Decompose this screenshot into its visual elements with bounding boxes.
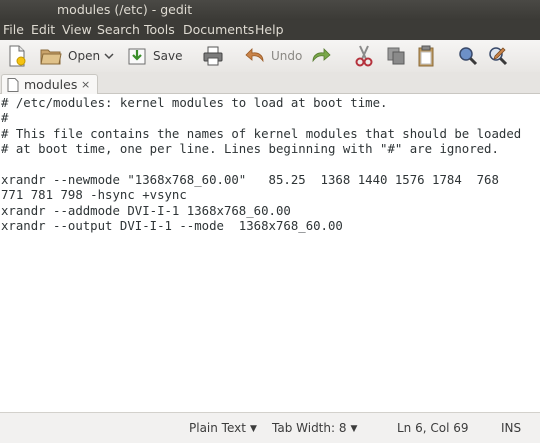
editor-line: xrandr --newmode "1368x768_60.00" 85.25 … bbox=[1, 172, 499, 187]
redo-button[interactable] bbox=[311, 44, 331, 68]
open-recent-dropdown[interactable] bbox=[104, 44, 114, 68]
editor-line: # at boot time, one per line. Lines begi… bbox=[1, 142, 499, 157]
text-editor[interactable]: # /etc/modules: kernel modules to load a… bbox=[0, 94, 540, 412]
new-document-icon bbox=[9, 45, 26, 67]
editor-content[interactable]: # /etc/modules: kernel modules to load a… bbox=[0, 94, 540, 235]
undo-label: Undo bbox=[271, 49, 303, 63]
toolbar: Open Save Undo bbox=[0, 40, 540, 73]
window-title: modules (/etc) - gedit bbox=[57, 2, 193, 17]
open-label: Open bbox=[68, 49, 101, 63]
save-icon bbox=[128, 48, 146, 65]
editor-line: # This file contains the names of kernel… bbox=[1, 126, 522, 141]
paste-button[interactable] bbox=[417, 44, 435, 68]
save-button[interactable]: Save bbox=[127, 44, 182, 68]
clipboard-icon bbox=[418, 45, 434, 67]
chevron-down-icon bbox=[104, 53, 114, 60]
folder-icon bbox=[40, 49, 62, 65]
menu-edit[interactable]: Edit bbox=[29, 20, 57, 40]
open-button[interactable]: Open bbox=[40, 44, 100, 68]
copy-button[interactable] bbox=[386, 44, 406, 68]
new-button[interactable] bbox=[7, 44, 27, 68]
copy-icon bbox=[387, 47, 405, 65]
find-button[interactable] bbox=[458, 44, 478, 68]
chevron-down-icon: ▼ bbox=[350, 424, 358, 434]
menu-help[interactable]: Help bbox=[253, 20, 286, 40]
tab-label: modules bbox=[24, 77, 78, 92]
cut-button[interactable] bbox=[355, 44, 373, 68]
editor-line: 771 781 798 -hsync +vsync bbox=[1, 188, 187, 203]
editor-line: xrandr --output DVI-I-1 --mode 1368x768_… bbox=[1, 219, 343, 234]
chevron-down-icon: ▼ bbox=[249, 424, 257, 434]
menu-tools[interactable]: Tools bbox=[142, 20, 177, 40]
tab-width-label: Tab Width: 8 bbox=[272, 421, 347, 435]
close-icon[interactable]: × bbox=[81, 75, 90, 94]
text-document-icon bbox=[7, 78, 19, 92]
language-label: Plain Text bbox=[189, 421, 246, 435]
tab-modules[interactable]: modules × bbox=[1, 74, 98, 94]
editor-line: # bbox=[1, 111, 9, 126]
save-label: Save bbox=[153, 49, 183, 63]
printer-icon bbox=[203, 46, 223, 66]
status-bar: Plain Text ▼ Tab Width: 8 ▼ Ln 6, Col 69 I… bbox=[0, 412, 540, 443]
print-button[interactable] bbox=[202, 44, 224, 68]
language-selector[interactable]: Plain Text ▼ bbox=[189, 421, 257, 435]
undo-button[interactable]: Undo bbox=[245, 44, 302, 68]
find-replace-icon bbox=[489, 47, 508, 66]
menu-view[interactable]: View bbox=[60, 20, 94, 40]
undo-icon bbox=[245, 48, 264, 63]
menu-documents[interactable]: Documents bbox=[181, 20, 256, 40]
title-bar: modules (/etc) - gedit bbox=[0, 0, 540, 20]
scissors-icon bbox=[355, 45, 373, 67]
menu-bar: File Edit View Search Tools Documents He… bbox=[0, 20, 540, 40]
editor-line: # /etc/modules: kernel modules to load a… bbox=[1, 96, 388, 110]
document-tab-bar: modules × bbox=[0, 72, 540, 94]
cursor-position: Ln 6, Col 69 bbox=[397, 421, 469, 435]
insert-mode: INS bbox=[501, 421, 522, 435]
tab-width-selector[interactable]: Tab Width: 8 ▼ bbox=[272, 421, 357, 435]
redo-icon bbox=[312, 48, 331, 63]
menu-file[interactable]: File bbox=[1, 20, 26, 40]
editor-line: xrandr --addmode DVI-I-1 1368x768_60.00 bbox=[1, 203, 291, 218]
menu-search[interactable]: Search bbox=[95, 20, 142, 40]
replace-button[interactable] bbox=[488, 44, 508, 68]
search-icon bbox=[459, 47, 478, 66]
